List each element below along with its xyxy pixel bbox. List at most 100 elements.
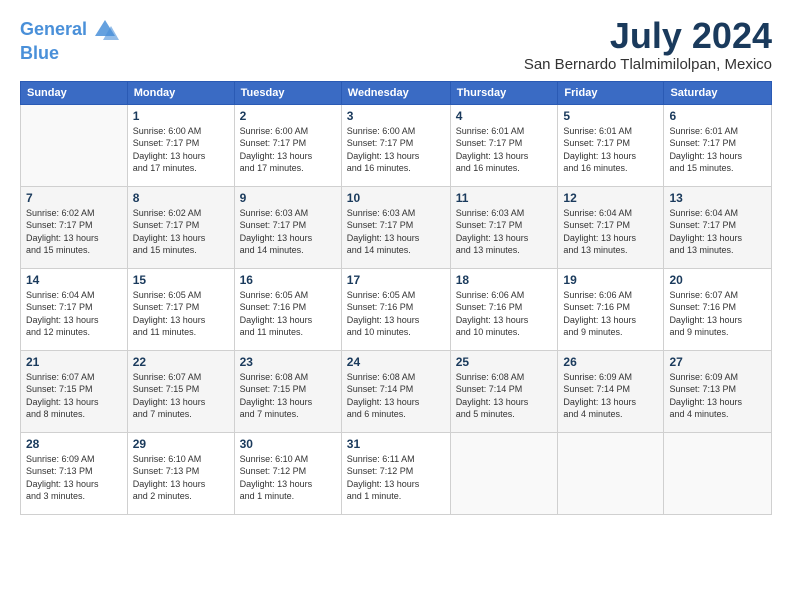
day-number: 26 xyxy=(563,355,658,369)
col-friday: Friday xyxy=(558,81,664,104)
day-number: 5 xyxy=(563,109,658,123)
calendar-cell: 17Sunrise: 6:05 AM Sunset: 7:16 PM Dayli… xyxy=(341,268,450,350)
day-number: 22 xyxy=(133,355,229,369)
calendar-cell: 12 Sunrise: 6:04 AM Sunset: 7:17 PM Dayli… xyxy=(558,186,664,268)
day-info: Sunrise: 6:03 AM Sunset: 7:17 PM Dayligh… xyxy=(240,207,336,257)
subtitle: San Bernardo Tlalmimilolpan, Mexico xyxy=(524,56,772,73)
day-info: Sunrise: 6:03 AM Sunset: 7:17 PM Dayligh… xyxy=(347,207,445,257)
day-info: Sunrise: 6:01 AM Sunset: 7:17 PM Dayligh… xyxy=(669,125,766,175)
day-info: Sunrise: 6:03 AM Sunset: 7:17 PM Dayligh… xyxy=(456,207,553,257)
calendar-week-2: 7 Sunrise: 6:02 AM Sunset: 7:17 PM Daylig… xyxy=(21,186,772,268)
day-number: 19 xyxy=(563,273,658,287)
day-number: 15 xyxy=(133,273,229,287)
calendar-cell: 23Sunrise: 6:08 AM Sunset: 7:15 PM Dayli… xyxy=(234,350,341,432)
calendar-week-4: 21 Sunrise: 6:07 AM Sunset: 7:15 PM Dayli… xyxy=(21,350,772,432)
day-info: Sunrise: 6:01 AM Sunset: 7:17 PM Dayligh… xyxy=(563,125,658,175)
calendar-cell: 28Sunrise: 6:09 AM Sunset: 7:13 PM Dayli… xyxy=(21,432,128,514)
calendar-body: 1 Sunrise: 6:00 AM Sunset: 7:17 PM Daylig… xyxy=(21,104,772,514)
col-sunday: Sunday xyxy=(21,81,128,104)
day-info: Sunrise: 6:04 AM Sunset: 7:17 PM Dayligh… xyxy=(669,207,766,257)
calendar-cell xyxy=(664,432,772,514)
day-info: Sunrise: 6:05 AM Sunset: 7:16 PM Dayligh… xyxy=(240,289,336,339)
day-number: 24 xyxy=(347,355,445,369)
day-number: 14 xyxy=(26,273,122,287)
day-number: 29 xyxy=(133,437,229,451)
calendar-cell: 30 Sunrise: 6:10 AM Sunset: 7:12 PM Dayli… xyxy=(234,432,341,514)
calendar-cell: 9 Sunrise: 6:03 AM Sunset: 7:17 PM Daylig… xyxy=(234,186,341,268)
col-tuesday: Tuesday xyxy=(234,81,341,104)
col-wednesday: Wednesday xyxy=(341,81,450,104)
calendar-cell: 19 Sunrise: 6:06 AM Sunset: 7:16 PM Dayli… xyxy=(558,268,664,350)
day-number: 27 xyxy=(669,355,766,369)
day-number: 10 xyxy=(347,191,445,205)
logo-general: General xyxy=(20,19,87,39)
calendar-cell: 24 Sunrise: 6:08 AM Sunset: 7:14 PM Dayli… xyxy=(341,350,450,432)
day-info: Sunrise: 6:02 AM Sunset: 7:17 PM Dayligh… xyxy=(26,207,122,257)
day-info: Sunrise: 6:09 AM Sunset: 7:13 PM Dayligh… xyxy=(669,371,766,421)
day-info: Sunrise: 6:02 AM Sunset: 7:17 PM Dayligh… xyxy=(133,207,229,257)
day-number: 17 xyxy=(347,273,445,287)
calendar-cell: 11 Sunrise: 6:03 AM Sunset: 7:17 PM Dayli… xyxy=(450,186,558,268)
calendar-cell: 16Sunrise: 6:05 AM Sunset: 7:16 PM Dayli… xyxy=(234,268,341,350)
day-number: 8 xyxy=(133,191,229,205)
calendar-cell: 21 Sunrise: 6:07 AM Sunset: 7:15 PM Dayli… xyxy=(21,350,128,432)
calendar-cell: 10 Sunrise: 6:03 AM Sunset: 7:17 PM Dayli… xyxy=(341,186,450,268)
calendar-cell: 2 Sunrise: 6:00 AM Sunset: 7:17 PM Daylig… xyxy=(234,104,341,186)
day-number: 30 xyxy=(240,437,336,451)
calendar-cell: 1 Sunrise: 6:00 AM Sunset: 7:17 PM Daylig… xyxy=(127,104,234,186)
day-info: Sunrise: 6:06 AM Sunset: 7:16 PM Dayligh… xyxy=(563,289,658,339)
logo-text: General xyxy=(20,20,87,40)
day-info: Sunrise: 6:04 AM Sunset: 7:17 PM Dayligh… xyxy=(563,207,658,257)
day-info: Sunrise: 6:10 AM Sunset: 7:12 PM Dayligh… xyxy=(240,453,336,503)
day-info: Sunrise: 6:00 AM Sunset: 7:17 PM Dayligh… xyxy=(240,125,336,175)
calendar-cell: 22 Sunrise: 6:07 AM Sunset: 7:15 PM Dayli… xyxy=(127,350,234,432)
day-number: 7 xyxy=(26,191,122,205)
day-info: Sunrise: 6:07 AM Sunset: 7:15 PM Dayligh… xyxy=(133,371,229,421)
calendar-table: Sunday Monday Tuesday Wednesday Thursday… xyxy=(20,81,772,515)
page: General Blue July 2024 San Bernardo Tlal… xyxy=(0,0,792,612)
calendar-cell: 29 Sunrise: 6:10 AM Sunset: 7:13 PM Dayli… xyxy=(127,432,234,514)
col-saturday: Saturday xyxy=(664,81,772,104)
calendar-cell xyxy=(450,432,558,514)
day-number: 21 xyxy=(26,355,122,369)
calendar-cell xyxy=(21,104,128,186)
title-block: July 2024 San Bernardo Tlalmimilolpan, M… xyxy=(524,16,772,73)
day-info: Sunrise: 6:07 AM Sunset: 7:16 PM Dayligh… xyxy=(669,289,766,339)
day-info: Sunrise: 6:08 AM Sunset: 7:15 PM Dayligh… xyxy=(240,371,336,421)
day-info: Sunrise: 6:00 AM Sunset: 7:17 PM Dayligh… xyxy=(347,125,445,175)
col-thursday: Thursday xyxy=(450,81,558,104)
day-info: Sunrise: 6:09 AM Sunset: 7:14 PM Dayligh… xyxy=(563,371,658,421)
calendar-cell: 13 Sunrise: 6:04 AM Sunset: 7:17 PM Dayli… xyxy=(664,186,772,268)
main-title: July 2024 xyxy=(524,16,772,56)
day-number: 9 xyxy=(240,191,336,205)
day-info: Sunrise: 6:00 AM Sunset: 7:17 PM Dayligh… xyxy=(133,125,229,175)
calendar-header: Sunday Monday Tuesday Wednesday Thursday… xyxy=(21,81,772,104)
calendar-cell: 15Sunrise: 6:05 AM Sunset: 7:17 PM Dayli… xyxy=(127,268,234,350)
day-number: 1 xyxy=(133,109,229,123)
day-number: 20 xyxy=(669,273,766,287)
calendar-cell: 14Sunrise: 6:04 AM Sunset: 7:17 PM Dayli… xyxy=(21,268,128,350)
calendar-cell: 18 Sunrise: 6:06 AM Sunset: 7:16 PM Dayli… xyxy=(450,268,558,350)
logo: General Blue xyxy=(20,16,119,64)
day-info: Sunrise: 6:11 AM Sunset: 7:12 PM Dayligh… xyxy=(347,453,445,503)
day-info: Sunrise: 6:06 AM Sunset: 7:16 PM Dayligh… xyxy=(456,289,553,339)
calendar-cell: 25 Sunrise: 6:08 AM Sunset: 7:14 PM Dayli… xyxy=(450,350,558,432)
day-info: Sunrise: 6:01 AM Sunset: 7:17 PM Dayligh… xyxy=(456,125,553,175)
day-number: 13 xyxy=(669,191,766,205)
day-number: 31 xyxy=(347,437,445,451)
day-number: 2 xyxy=(240,109,336,123)
day-number: 6 xyxy=(669,109,766,123)
day-number: 4 xyxy=(456,109,553,123)
calendar-cell: 5 Sunrise: 6:01 AM Sunset: 7:17 PM Daylig… xyxy=(558,104,664,186)
calendar-week-3: 14Sunrise: 6:04 AM Sunset: 7:17 PM Dayli… xyxy=(21,268,772,350)
calendar-cell: 4 Sunrise: 6:01 AM Sunset: 7:17 PM Daylig… xyxy=(450,104,558,186)
day-number: 12 xyxy=(563,191,658,205)
day-info: Sunrise: 6:08 AM Sunset: 7:14 PM Dayligh… xyxy=(456,371,553,421)
day-info: Sunrise: 6:10 AM Sunset: 7:13 PM Dayligh… xyxy=(133,453,229,503)
day-number: 11 xyxy=(456,191,553,205)
logo-icon xyxy=(91,16,119,44)
day-number: 25 xyxy=(456,355,553,369)
day-info: Sunrise: 6:07 AM Sunset: 7:15 PM Dayligh… xyxy=(26,371,122,421)
day-number: 18 xyxy=(456,273,553,287)
day-info: Sunrise: 6:08 AM Sunset: 7:14 PM Dayligh… xyxy=(347,371,445,421)
